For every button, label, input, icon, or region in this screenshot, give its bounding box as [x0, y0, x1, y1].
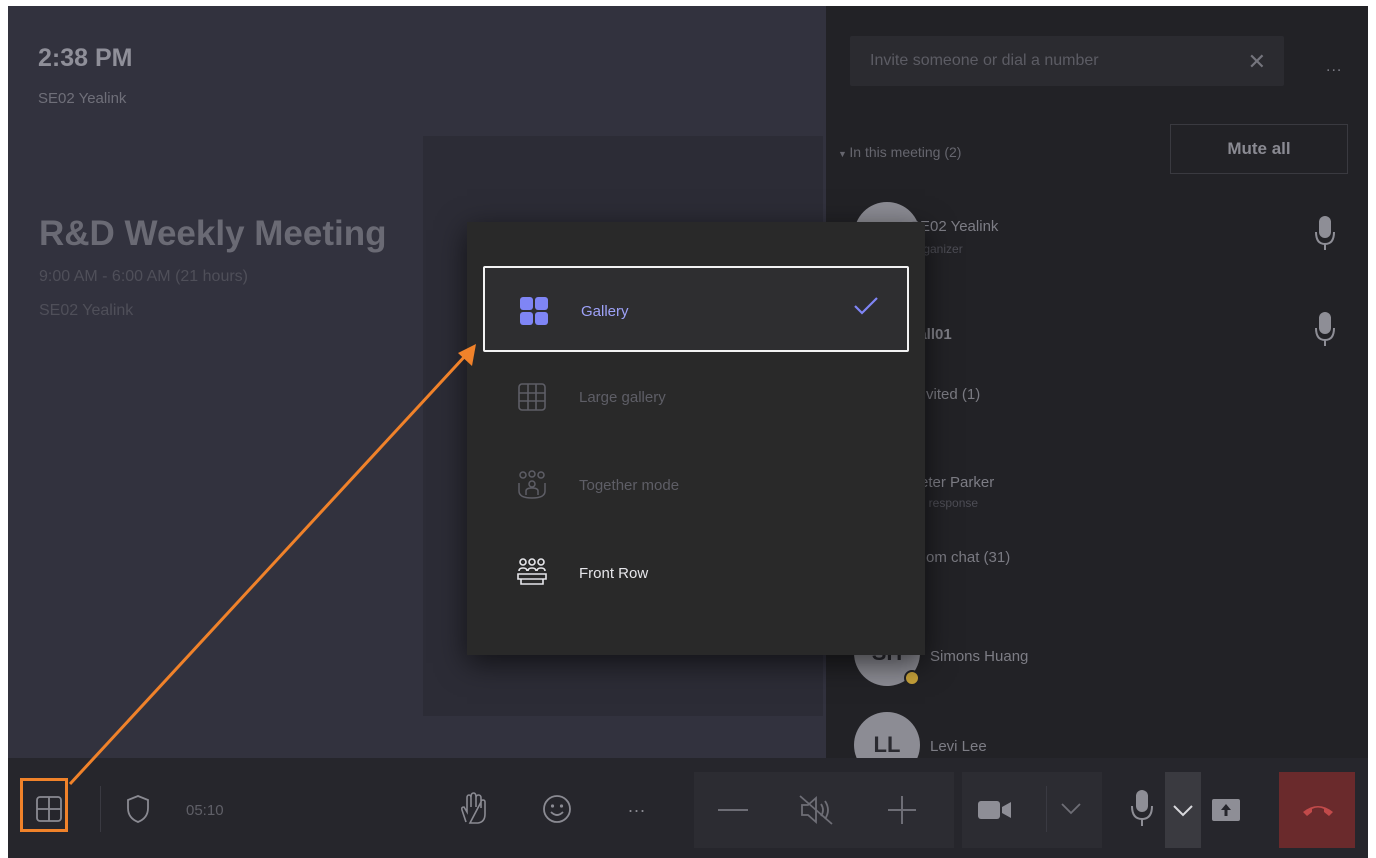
meeting-toolbar: 05:10 ... — [8, 758, 1368, 858]
invite-placeholder: Invite someone or dial a number — [870, 52, 1099, 69]
gallery-icon — [520, 297, 548, 325]
menu-item-label: Front Row — [579, 565, 649, 582]
layout-menu: Gallery Large gallery Together mode Fron… — [467, 222, 925, 655]
in-meeting-label: In this meeting (2) — [849, 144, 962, 160]
chevron-down-icon[interactable] — [1172, 804, 1194, 818]
volume-down-icon[interactable] — [718, 808, 748, 812]
chat-header[interactable]: om chat (31) — [926, 549, 1010, 566]
checkmark-icon — [854, 297, 878, 315]
mute-all-button[interactable]: Mute all — [1170, 124, 1348, 174]
participant-name: Simons Huang — [930, 648, 1029, 665]
menu-item-label: Together mode — [579, 477, 680, 494]
hang-up-button[interactable] — [1279, 772, 1355, 848]
meeting-organizer: SE02 Yealink — [39, 302, 134, 319]
menu-item-label: Large gallery — [579, 389, 666, 406]
microphone-icon[interactable] — [1130, 790, 1154, 828]
layout-button-highlight — [20, 778, 68, 832]
participant-name: Levi Lee — [930, 738, 987, 755]
teams-room-screen: 2:38 PM SE02 Yealink R&D Weekly Meeting … — [8, 6, 1368, 858]
meeting-timer: 05:10 — [186, 802, 224, 819]
invite-field[interactable]: Invite someone or dial a number ✕ — [850, 36, 1284, 86]
together-mode-icon — [518, 470, 546, 499]
divider — [100, 786, 101, 832]
in-meeting-header[interactable]: ▼ In this meeting (2) — [838, 144, 961, 160]
menu-item-label: Gallery — [581, 303, 629, 320]
microphone-icon[interactable] — [1314, 312, 1336, 348]
divider — [1046, 786, 1047, 832]
volume-up-icon[interactable] — [888, 796, 916, 824]
meeting-title: R&D Weekly Meeting — [39, 214, 387, 253]
chevron-down-icon: ▼ — [838, 149, 850, 159]
microphone-icon[interactable] — [1314, 216, 1336, 252]
away-status-icon — [904, 670, 920, 686]
close-icon[interactable]: ✕ — [1248, 49, 1266, 75]
room-name: SE02 Yealink — [38, 90, 127, 107]
clock: 2:38 PM — [38, 44, 133, 72]
menu-item-large-gallery[interactable]: Large gallery — [483, 354, 909, 440]
more-options-button[interactable]: ... — [1326, 58, 1342, 76]
share-screen-icon[interactable] — [1211, 798, 1241, 822]
front-row-icon — [517, 558, 547, 585]
shield-icon[interactable] — [126, 794, 150, 824]
invited-header[interactable]: vited (1) — [926, 386, 980, 403]
menu-item-together-mode[interactable]: Together mode — [483, 442, 909, 528]
chevron-down-icon[interactable] — [1060, 802, 1082, 816]
camera-icon[interactable] — [978, 800, 1012, 820]
emoji-icon[interactable] — [542, 794, 572, 824]
large-gallery-icon — [518, 383, 546, 411]
phone-hangup-icon — [1303, 806, 1333, 816]
meeting-time: 9:00 AM - 6:00 AM (21 hours) — [39, 268, 248, 285]
speaker-muted-icon[interactable] — [798, 794, 834, 826]
more-actions-button[interactable]: ... — [628, 796, 646, 817]
raise-hand-icon[interactable] — [458, 792, 488, 826]
menu-item-gallery[interactable]: Gallery — [483, 266, 909, 352]
menu-item-front-row[interactable]: Front Row — [483, 530, 909, 616]
